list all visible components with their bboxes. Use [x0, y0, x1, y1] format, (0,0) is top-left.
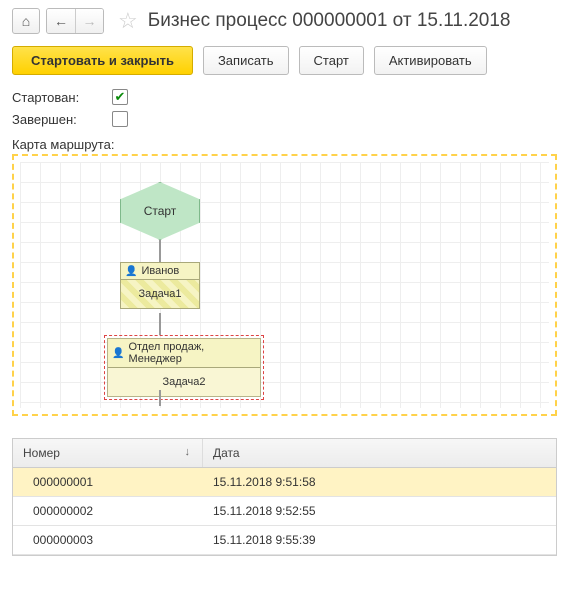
route-task2-selection: 👤 Отдел продаж, Менеджер Задача2	[104, 335, 264, 400]
arrow-right-icon: →	[83, 13, 97, 29]
table-row[interactable]: 000000002 15.11.2018 9:52:55	[13, 497, 556, 526]
forward-button[interactable]: →	[75, 9, 103, 33]
started-label: Стартован:	[12, 90, 112, 105]
table-row[interactable]: 000000001 15.11.2018 9:51:58	[13, 468, 556, 497]
cell-date: 15.11.2018 9:52:55	[203, 497, 556, 525]
route-edge	[159, 390, 161, 406]
activate-button[interactable]: Активировать	[374, 46, 487, 75]
column-date-header[interactable]: Дата	[203, 439, 556, 467]
nav-group: ← →	[46, 8, 104, 34]
column-date-label: Дата	[213, 446, 240, 460]
check-icon: ✔	[115, 89, 126, 105]
cell-number: 000000002	[13, 497, 203, 525]
column-number-header[interactable]: Номер ↓	[13, 439, 203, 467]
route-task2-node[interactable]: 👤 Отдел продаж, Менеджер Задача2	[107, 338, 261, 397]
cell-number: 000000003	[13, 526, 203, 554]
start-button[interactable]: Старт	[299, 46, 364, 75]
cell-date: 15.11.2018 9:51:58	[203, 468, 556, 496]
write-button[interactable]: Записать	[203, 46, 289, 75]
back-button[interactable]: ←	[47, 9, 75, 33]
route-edge	[159, 240, 161, 262]
user-icon: 👤	[125, 266, 137, 277]
column-number-label: Номер	[23, 446, 60, 460]
user-icon: 👤	[112, 348, 124, 359]
route-task1-name: Задача1	[121, 280, 199, 308]
route-map[interactable]: Старт 👤 Иванов Задача1 👤 Отдел продаж, М…	[12, 154, 557, 416]
cell-number: 000000001	[13, 468, 203, 496]
route-task1-assignee: Иванов	[141, 265, 179, 277]
process-table: Номер ↓ Дата 000000001 15.11.2018 9:51:5…	[12, 438, 557, 556]
page-title: Бизнес процесс 000000001 от 15.11.2018	[148, 10, 511, 32]
route-edge	[159, 313, 161, 335]
started-checkbox[interactable]: ✔	[112, 89, 128, 105]
route-task1-node[interactable]: 👤 Иванов Задача1	[120, 262, 200, 309]
finished-checkbox[interactable]	[112, 111, 128, 127]
route-task1-header: 👤 Иванов	[121, 263, 199, 280]
home-button[interactable]: ⌂	[12, 8, 40, 34]
finished-label: Завершен:	[12, 112, 112, 127]
route-task2-header: 👤 Отдел продаж, Менеджер	[108, 339, 260, 368]
route-task2-name: Задача2	[108, 368, 260, 396]
home-icon: ⌂	[22, 13, 30, 29]
route-start-label: Старт	[144, 204, 177, 218]
table-row[interactable]: 000000003 15.11.2018 9:55:39	[13, 526, 556, 555]
route-task2-assignee: Отдел продаж, Менеджер	[128, 341, 256, 365]
route-map-label: Карта маршрута:	[12, 137, 557, 152]
start-and-close-button[interactable]: Стартовать и закрыть	[12, 46, 193, 75]
favorite-star-icon[interactable]: ☆	[118, 8, 138, 34]
route-start-node[interactable]: Старт	[120, 182, 200, 240]
arrow-left-icon: ←	[54, 13, 68, 29]
sort-down-icon: ↓	[185, 446, 191, 458]
cell-date: 15.11.2018 9:55:39	[203, 526, 556, 554]
table-header: Номер ↓ Дата	[13, 439, 556, 468]
